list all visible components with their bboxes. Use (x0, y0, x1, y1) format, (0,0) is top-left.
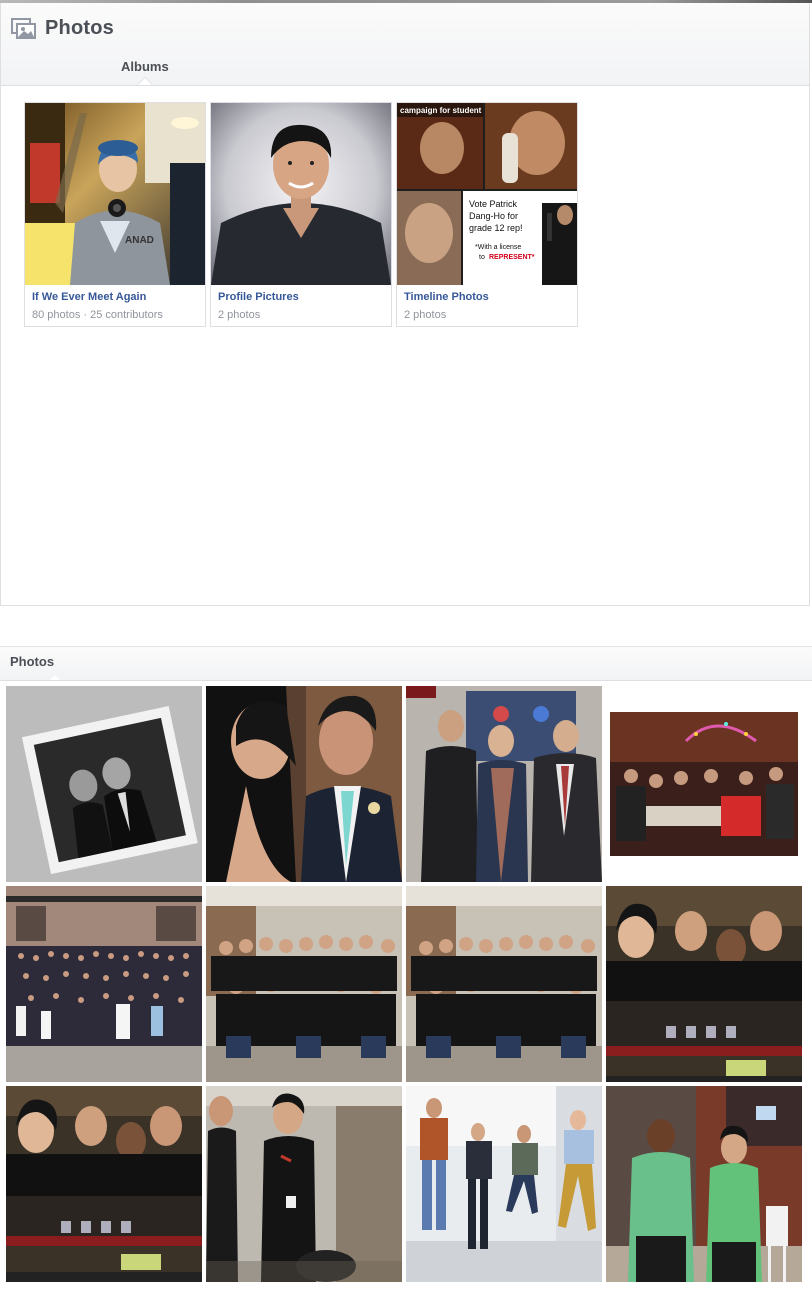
poster-line: Vote Patrick (469, 199, 518, 209)
album-meta: 2 photos (218, 309, 261, 321)
album-meta: 80 photos · 25 contributors (32, 309, 163, 321)
meme-caption: campaign for student (400, 106, 482, 115)
section-separator (0, 606, 812, 644)
poster-line: *With a license (475, 244, 521, 251)
photo-tile[interactable] (206, 886, 402, 1082)
poster-line: to (479, 254, 485, 261)
photo-tile[interactable] (406, 1086, 602, 1282)
albums-card: Photos Albums ANAD If We Ever Meet Again… (0, 3, 810, 606)
album-cover-photo[interactable]: ANAD (25, 103, 205, 285)
photo-tile[interactable] (6, 886, 202, 1082)
photo-tile[interactable] (606, 1086, 802, 1282)
tab-indicator (138, 78, 152, 85)
poster-line: REPRESENT* (489, 254, 535, 261)
album-card-profile-pictures[interactable]: Profile Pictures 2 photos (210, 102, 392, 327)
photo-tile[interactable] (206, 686, 402, 882)
album-meta: 2 photos (404, 309, 447, 321)
album-title[interactable]: If We Ever Meet Again (32, 291, 146, 303)
photo-tile[interactable] (206, 1086, 402, 1282)
photo-tile[interactable] (606, 686, 802, 882)
album-title[interactable]: Profile Pictures (218, 291, 299, 303)
poster-line: Dang-Ho for (469, 211, 518, 221)
tab-albums[interactable]: Albums (121, 59, 169, 74)
album-cover-photo[interactable]: campaign for student Vote Patrick Dang-H… (397, 103, 577, 285)
page-title: Photos (45, 17, 114, 39)
photo-tile[interactable] (406, 686, 602, 882)
poster-line: grade 12 rep! (469, 223, 523, 233)
svg-text:ANAD: ANAD (125, 235, 154, 246)
photo-tile[interactable] (406, 886, 602, 1082)
album-card-if-we-ever-meet-again[interactable]: ANAD If We Ever Meet Again 80 photos · 2… (24, 102, 206, 327)
album-title[interactable]: Timeline Photos (404, 291, 489, 303)
photos-card-header: Photos (0, 646, 812, 681)
album-cover-photo[interactable] (211, 103, 391, 285)
section-title: Photos (10, 654, 55, 669)
photos-icon (11, 18, 37, 40)
album-card-timeline-photos[interactable]: campaign for student Vote Patrick Dang-H… (396, 102, 578, 327)
albums-card-header: Photos Albums (1, 3, 809, 86)
photo-tile[interactable] (606, 886, 802, 1082)
photo-tile[interactable] (6, 686, 202, 882)
tab-indicator (50, 675, 60, 680)
photo-tile[interactable] (6, 1086, 202, 1282)
